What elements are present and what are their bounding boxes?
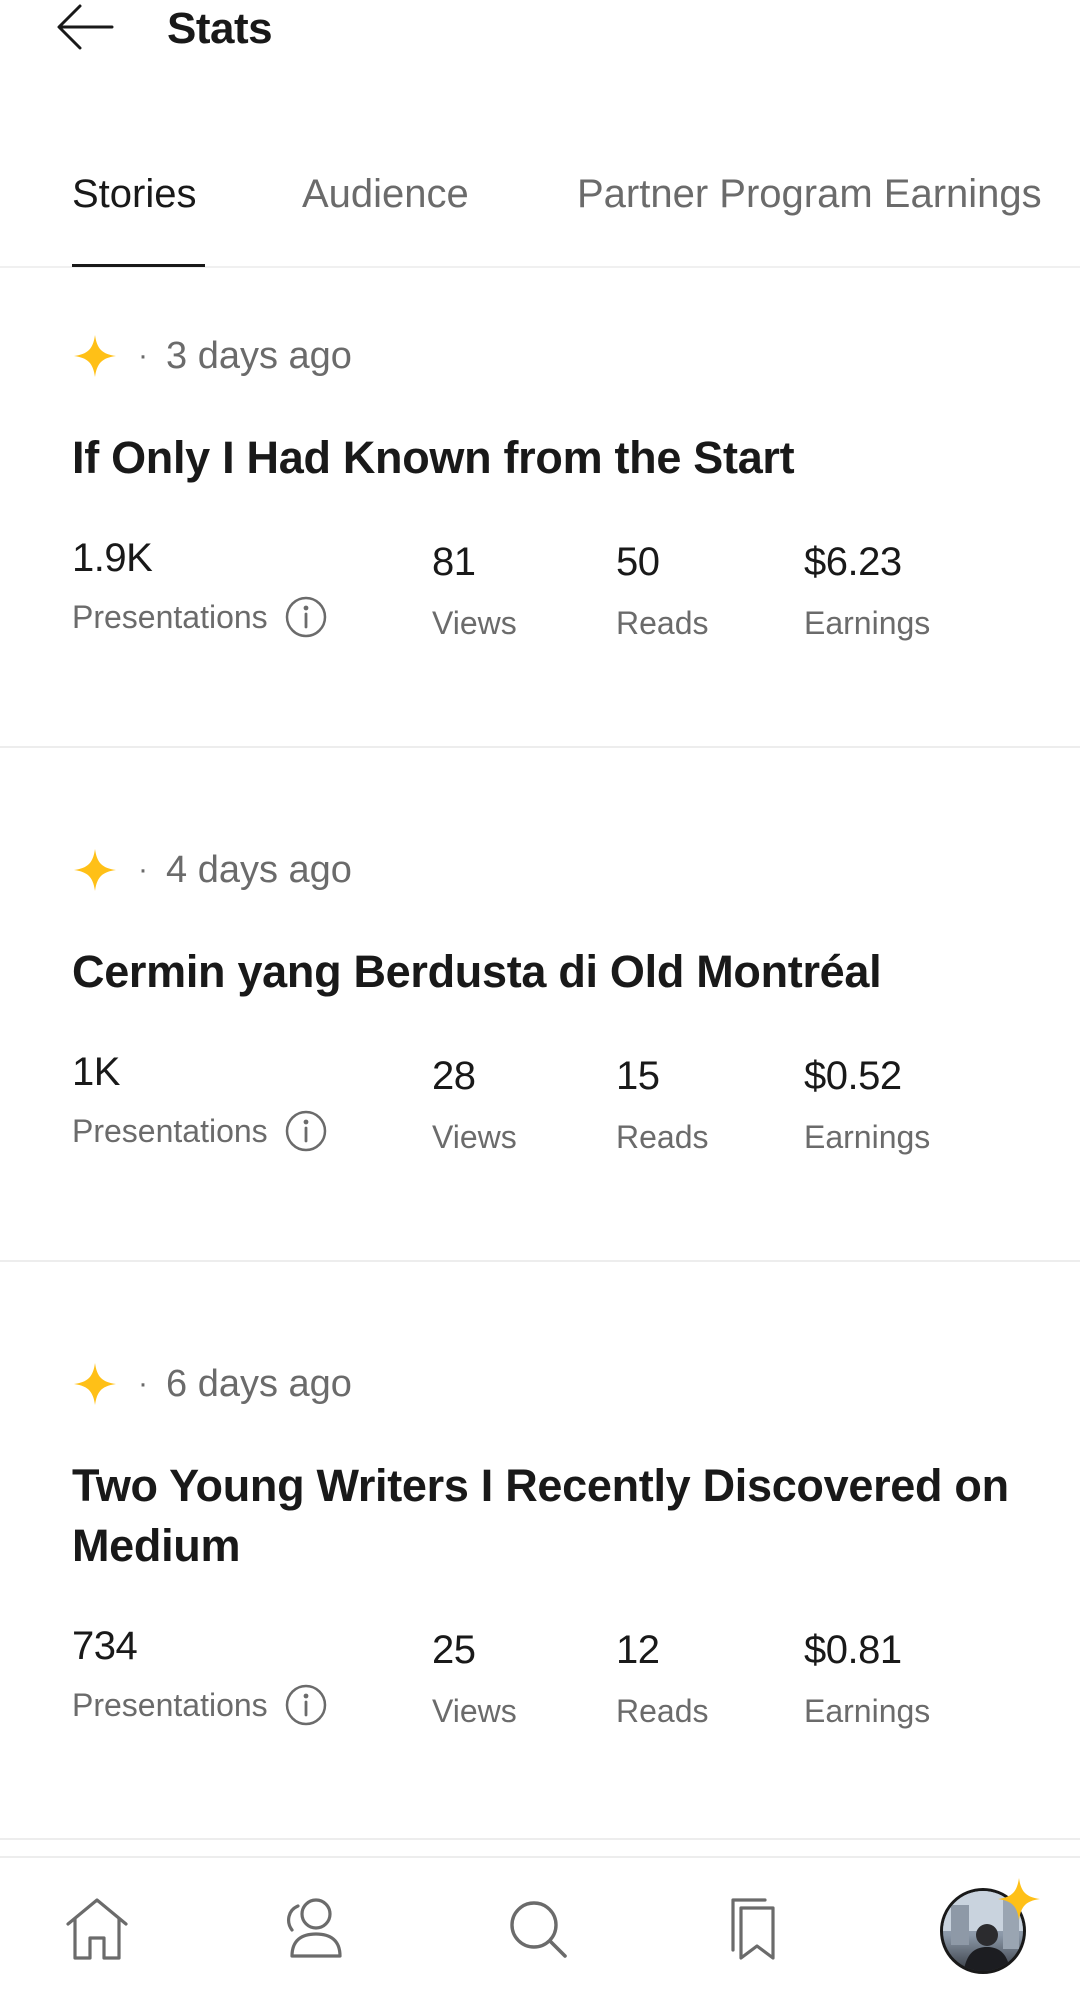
stat-earnings: $0.52 Earnings <box>804 1054 930 1156</box>
stat-presentations: 1.9K Presentations <box>72 536 328 639</box>
story-date: 4 days ago <box>166 848 352 891</box>
back-button[interactable] <box>50 0 120 54</box>
stat-earnings: $6.23 Earnings <box>804 540 930 642</box>
views-value: 28 <box>432 1054 476 1098</box>
presentations-label: Presentations <box>72 598 268 635</box>
reads-label: Reads <box>616 1119 709 1155</box>
info-icon[interactable] <box>284 1683 328 1727</box>
profile-people-icon <box>287 1898 342 1958</box>
nav-following[interactable] <box>270 1884 360 1974</box>
story-meta: · 3 days ago <box>72 326 352 386</box>
presentations-label-row: Presentations <box>72 1683 328 1727</box>
presentations-value: 1.9K <box>72 536 153 580</box>
story-card[interactable]: · 3 days ago If Only I Had Known from th… <box>0 268 1080 748</box>
presentations-value: 1K <box>72 1050 120 1094</box>
presentations-label: Presentations <box>72 1686 268 1723</box>
star-icon <box>72 847 118 893</box>
nav-home[interactable] <box>52 1884 142 1974</box>
star-icon <box>72 1361 118 1407</box>
app-header: Stats <box>0 0 1080 75</box>
nav-library[interactable] <box>711 1884 801 1974</box>
reads-value: 12 <box>616 1628 660 1672</box>
separator-dot: · <box>138 339 148 372</box>
stat-reads: 12 Reads <box>616 1628 709 1730</box>
story-title[interactable]: Two Young Writers I Recently Discovered … <box>72 1456 1020 1576</box>
story-date: 3 days ago <box>166 334 352 377</box>
nav-search[interactable] <box>493 1884 583 1974</box>
story-title[interactable]: Cermin yang Berdusta di Old Montréal <box>72 942 1020 1002</box>
stat-presentations: 1K Presentations <box>72 1050 328 1153</box>
earnings-value: $6.23 <box>804 540 902 584</box>
star-icon <box>996 1876 1042 1927</box>
presentations-label-row: Presentations <box>72 1109 328 1153</box>
stat-reads: 50 Reads <box>616 540 709 642</box>
stat-reads: 15 Reads <box>616 1054 709 1156</box>
arrow-left-icon <box>57 4 114 50</box>
earnings-value: $0.81 <box>804 1628 902 1672</box>
stat-views: 81 Views <box>432 540 517 642</box>
star-icon <box>72 333 118 379</box>
story-date: 6 days ago <box>166 1362 352 1405</box>
story-meta: · 6 days ago <box>72 1354 352 1414</box>
story-meta: · 4 days ago <box>72 840 352 900</box>
earnings-label: Earnings <box>804 605 931 641</box>
tab-partner-program-earnings[interactable]: Partner Program Earnings <box>577 172 1042 217</box>
earnings-label: Earnings <box>804 1693 931 1729</box>
views-label: Views <box>432 1119 517 1155</box>
story-card[interactable]: · 6 days ago Two Young Writers I Recentl… <box>0 1262 1080 1840</box>
stat-presentations: 734 Presentations <box>72 1624 328 1727</box>
presentations-label-row: Presentations <box>72 595 328 639</box>
stat-views: 25 Views <box>432 1628 517 1730</box>
info-icon[interactable] <box>284 1109 328 1153</box>
bottom-navigation <box>0 1856 1080 2001</box>
reads-label: Reads <box>616 605 709 641</box>
info-icon[interactable] <box>284 595 328 639</box>
reads-value: 50 <box>616 540 660 584</box>
story-card[interactable]: · 4 days ago Cermin yang Berdusta di Old… <box>0 748 1080 1262</box>
home-icon <box>66 1898 128 1960</box>
search-icon <box>510 1901 567 1958</box>
bookmarks-icon <box>731 1898 775 1960</box>
earnings-label: Earnings <box>804 1119 931 1155</box>
views-label: Views <box>432 605 517 641</box>
reads-value: 15 <box>616 1054 660 1098</box>
stat-views: 28 Views <box>432 1054 517 1156</box>
tab-stories[interactable]: Stories <box>72 172 197 217</box>
story-title[interactable]: If Only I Had Known from the Start <box>72 428 1020 488</box>
tab-audience[interactable]: Audience <box>302 172 469 217</box>
views-value: 81 <box>432 540 476 584</box>
views-value: 25 <box>432 1628 476 1672</box>
page-title: Stats <box>167 4 273 53</box>
views-label: Views <box>432 1693 517 1729</box>
earnings-value: $0.52 <box>804 1054 902 1098</box>
stat-earnings: $0.81 Earnings <box>804 1628 930 1730</box>
active-tab-indicator <box>72 264 205 267</box>
stats-tabs: Stories Audience Partner Program Earning… <box>0 160 1080 268</box>
reads-label: Reads <box>616 1693 709 1729</box>
presentations-value: 734 <box>72 1624 138 1668</box>
separator-dot: · <box>138 853 148 886</box>
presentations-label: Presentations <box>72 1112 268 1149</box>
profile-avatar-button[interactable] <box>936 1878 1040 1982</box>
separator-dot: · <box>138 1367 148 1400</box>
